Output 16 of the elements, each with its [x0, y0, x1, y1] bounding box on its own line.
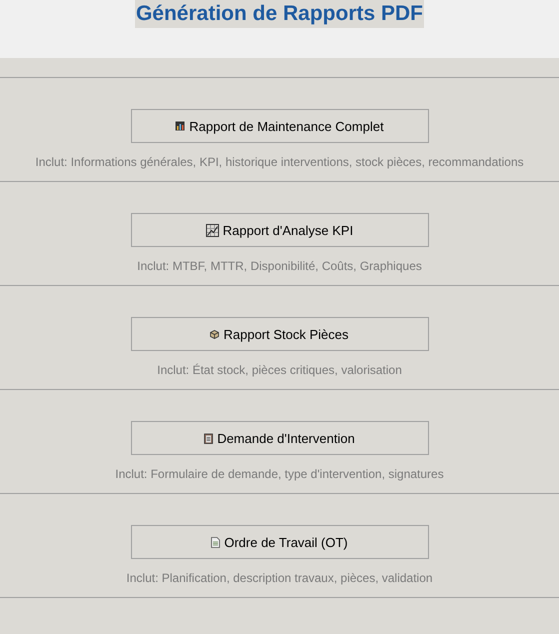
report-button[interactable]: Ordre de Travail (OT) — [130, 525, 428, 559]
report-description: Inclut: Formulaire de demande, type d'intervention, signatures — [115, 467, 444, 481]
clipboard-icon — [204, 432, 214, 444]
box-icon — [210, 330, 220, 338]
line-chart-icon — [206, 224, 219, 236]
document-icon — [211, 536, 220, 548]
report-button[interactable]: Rapport Stock Pièces — [130, 317, 428, 351]
report-description: Inclut: Planification, description travaux, pièces, validation — [126, 571, 433, 585]
page-title: Génération de Rapports PDF — [134, 0, 424, 28]
report-description: Inclut: Informations générales, KPI, historique interventions, stock pièces, recommandations — [35, 155, 524, 169]
bar-chart-icon — [175, 121, 186, 131]
report-button[interactable]: Rapport de Maintenance Complet — [130, 109, 428, 143]
report-button[interactable]: Demande d'Intervention — [130, 421, 428, 455]
report-button[interactable]: Rapport d'Analyse KPI — [130, 213, 428, 247]
report-description: Inclut: MTBF, MTTR, Disponibilité, Coûts, Graphiques — [137, 259, 422, 273]
report-description: Inclut: État stock, pièces critiques, valorisation — [157, 363, 402, 377]
